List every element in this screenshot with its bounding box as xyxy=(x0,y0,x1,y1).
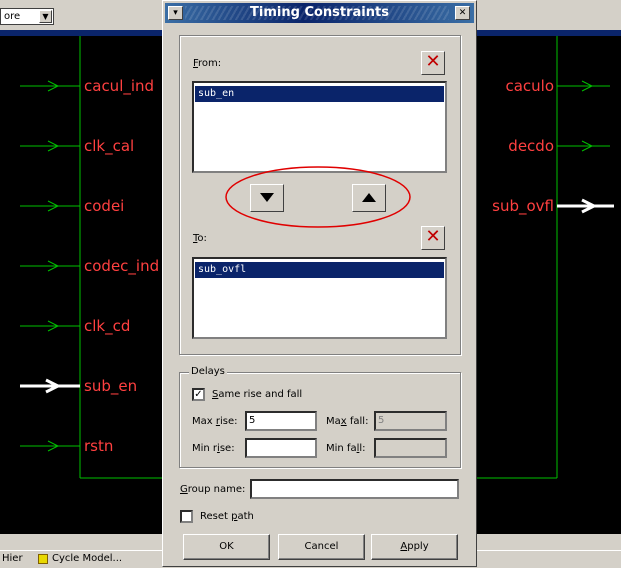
port-label-right[interactable]: decdo xyxy=(508,137,554,155)
same-rise-fall-checkbox[interactable]: ✓ xyxy=(192,388,205,401)
reset-path-checkbox[interactable] xyxy=(180,510,193,523)
min-rise-label: Min rise: xyxy=(192,443,235,454)
group-name-input[interactable] xyxy=(250,479,459,499)
port-label-right[interactable]: caculo xyxy=(505,77,554,95)
dialog-title: Timing Constraints xyxy=(250,5,389,20)
port-label-left[interactable]: codec_ind xyxy=(84,257,159,275)
port-label-left[interactable]: sub_en xyxy=(84,377,137,395)
close-icon: ✕ xyxy=(458,8,467,18)
to-list[interactable]: sub_ovfl xyxy=(192,257,447,339)
delays-group-label: Delays xyxy=(189,366,227,378)
move-up-button[interactable] xyxy=(352,184,386,212)
view-combo-value: ore xyxy=(4,11,21,22)
list-item[interactable]: sub_en xyxy=(195,86,444,102)
same-rise-fall-label: Same rise and fall xyxy=(212,389,303,400)
cancel-button[interactable]: Cancel xyxy=(278,534,365,560)
x-icon: ✕ xyxy=(425,226,441,247)
from-list[interactable]: sub_en xyxy=(192,81,447,173)
status-tab-hier[interactable]: Hier xyxy=(2,551,23,567)
reset-path-label: Reset path xyxy=(200,511,254,522)
group-name-label: Group name: xyxy=(180,484,246,495)
chevron-down-icon: ▾ xyxy=(173,8,178,18)
move-down-button[interactable] xyxy=(250,184,284,212)
cycle-model-icon xyxy=(38,554,48,564)
port-label-left[interactable]: codei xyxy=(84,197,124,215)
to-label: To: xyxy=(193,233,207,244)
min-fall-label: Min fall: xyxy=(326,443,366,454)
view-combo[interactable]: ore ▼ xyxy=(0,8,54,25)
arrow-up-icon xyxy=(362,193,376,202)
apply-button[interactable]: Apply xyxy=(371,534,458,560)
min-fall-input[interactable] xyxy=(374,438,447,458)
chevron-down-icon[interactable]: ▼ xyxy=(39,10,52,23)
port-label-left[interactable]: rstn xyxy=(84,437,113,455)
port-arrow xyxy=(20,80,80,92)
timing-constraints-dialog: Timing Constraints ▾ ✕ From: ✕ sub_en To… xyxy=(162,0,477,567)
from-label: From: xyxy=(193,58,222,69)
port-label-right[interactable]: sub_ovfl xyxy=(492,197,554,215)
port-label-left[interactable]: clk_cal xyxy=(84,137,134,155)
port-label-left[interactable]: cacul_ind xyxy=(84,77,154,95)
max-rise-label: Max rise: xyxy=(192,416,238,427)
list-item[interactable]: sub_ovfl xyxy=(195,262,444,278)
clear-from-button[interactable]: ✕ xyxy=(421,51,445,75)
max-fall-input[interactable]: 5 xyxy=(374,411,447,431)
x-icon: ✕ xyxy=(425,51,441,72)
dialog-titlebar[interactable]: Timing Constraints ▾ ✕ xyxy=(165,3,474,23)
ok-button[interactable]: OK xyxy=(183,534,270,560)
max-fall-label: Max fall: xyxy=(326,416,369,427)
port-label-left[interactable]: clk_cd xyxy=(84,317,130,335)
clear-to-button[interactable]: ✕ xyxy=(421,226,445,250)
status-tab-cycle-model[interactable]: Cycle Model... xyxy=(52,551,122,567)
window-menu-button[interactable]: ▾ xyxy=(168,6,183,20)
min-rise-input[interactable] xyxy=(245,438,317,458)
close-button[interactable]: ✕ xyxy=(455,6,470,20)
arrow-down-icon xyxy=(260,193,274,202)
max-rise-input[interactable]: 5 xyxy=(245,411,317,431)
